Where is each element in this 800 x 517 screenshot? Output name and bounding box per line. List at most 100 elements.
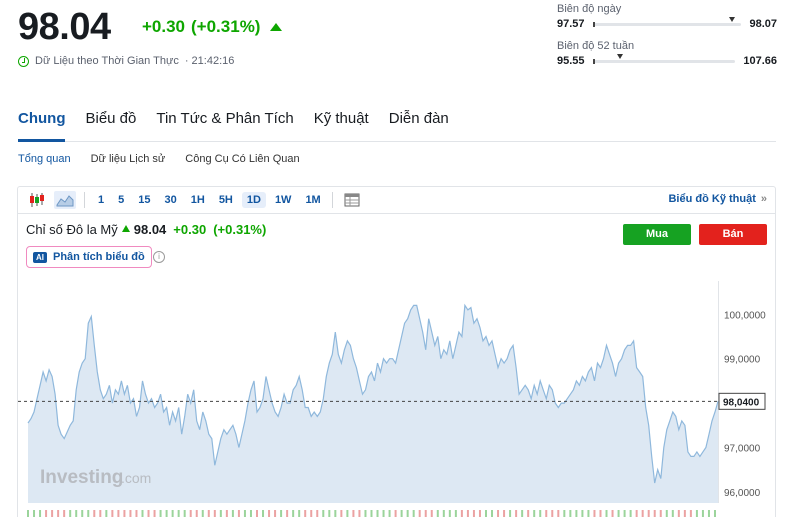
volume-bar	[611, 510, 614, 517]
investing-watermark: Investing	[40, 467, 123, 488]
volume-bar	[497, 510, 500, 517]
interval-1h[interactable]: 1H	[186, 192, 210, 208]
interval-1d[interactable]: 1D	[241, 192, 266, 208]
volume-bar	[201, 510, 204, 517]
tab-chung[interactable]: Chung	[18, 108, 66, 142]
range-marker-icon	[728, 16, 735, 22]
volume-bar	[243, 510, 246, 517]
ai-chart-analysis-button[interactable]: AI Phân tích biểu đồ	[26, 246, 152, 268]
area-chart-icon[interactable]	[54, 191, 76, 209]
day-range-high: 98.07	[749, 18, 777, 30]
volume-bar	[647, 510, 650, 517]
volume-bar	[231, 510, 234, 517]
change-percent: (+0.31%)	[191, 17, 261, 36]
volume-bar	[503, 510, 506, 517]
tab-tin-tuc[interactable]: Tin Tức & Phân Tích	[156, 108, 293, 142]
buy-button[interactable]: Mua	[623, 224, 691, 245]
tech-chart-link[interactable]: Biểu đồ Kỹ thuật »	[668, 193, 767, 205]
volume-bar	[707, 510, 710, 517]
interval-1m[interactable]: 1M	[300, 192, 325, 208]
volume-bar	[665, 510, 668, 517]
volume-bar	[382, 510, 385, 517]
volume-bar	[394, 510, 397, 517]
volume-bar	[51, 510, 54, 517]
volume-bar	[147, 510, 150, 517]
subtab-cong-cu[interactable]: Công Cụ Có Liên Quan	[185, 153, 299, 165]
interval-1w[interactable]: 1W	[270, 192, 297, 208]
tab-dien-dan[interactable]: Diễn đàn	[389, 108, 449, 142]
chart-toolbar: 1 5 15 30 1H 5H 1D 1W 1M Biểu đồ Kỹ thuậ…	[18, 187, 775, 214]
toolbar-separator	[84, 192, 85, 208]
chart-change: +0.30	[173, 222, 207, 237]
volume-bar	[219, 510, 222, 517]
volume-bar	[527, 510, 530, 517]
table-view-icon[interactable]	[341, 191, 363, 209]
volume-bar	[551, 510, 554, 517]
volume-bar	[581, 510, 584, 517]
volume-bar	[99, 510, 102, 517]
day-range: Biên độ ngày 97.57 98.07	[557, 3, 777, 30]
volume-bar	[400, 510, 403, 517]
volume-bar	[617, 510, 620, 517]
volume-bar	[701, 510, 704, 517]
volume-bar	[340, 510, 343, 517]
volume-bar	[189, 510, 192, 517]
volume-bar	[388, 510, 391, 517]
interval-30[interactable]: 30	[160, 192, 182, 208]
volume-bar	[135, 510, 138, 517]
tab-bieu-do[interactable]: Biểu đồ	[85, 108, 136, 142]
volume-bar	[177, 510, 180, 517]
volume-bar	[111, 510, 114, 517]
subtab-tong-quan[interactable]: Tổng quan	[18, 153, 71, 165]
volume-bar	[466, 510, 469, 517]
volume-bar	[334, 510, 337, 517]
chart-price: 98.04	[133, 222, 167, 237]
volume-bar	[448, 510, 451, 517]
volume-bar	[322, 510, 325, 517]
volume-bar	[249, 510, 252, 517]
volume-bar	[117, 510, 120, 517]
volume-bar	[81, 510, 84, 517]
volume-bar	[298, 510, 301, 517]
volume-bar	[93, 510, 96, 517]
y-tick-label: 99,0000	[724, 355, 761, 366]
volume-bar	[677, 510, 680, 517]
volume-bar	[533, 510, 536, 517]
week52-range-low: 95.55	[557, 55, 585, 67]
week52-range: Biên độ 52 tuần 95.55 107.66	[557, 40, 777, 67]
sell-button[interactable]: Bán	[699, 224, 767, 245]
volume-bar	[195, 510, 198, 517]
volume-bar	[599, 510, 602, 517]
volume-bar	[713, 510, 716, 517]
candlestick-icon[interactable]	[26, 191, 48, 209]
volume-bar	[69, 510, 72, 517]
interval-5[interactable]: 5	[113, 192, 129, 208]
volume-bar	[557, 510, 560, 517]
interval-5h[interactable]: 5H	[214, 192, 238, 208]
interval-15[interactable]: 15	[133, 192, 155, 208]
price-change: +0.30 (+0.31%)	[142, 17, 283, 37]
volume-bar	[509, 510, 512, 517]
chart-change-pct: (+0.31%)	[213, 222, 267, 237]
week52-range-high: 107.66	[743, 55, 777, 67]
price-chart[interactable]: 100,000099,000098,000097,000096,000098,0…	[18, 281, 775, 517]
volume-bar	[629, 510, 632, 517]
volume-bar	[310, 510, 313, 517]
toolbar-separator	[331, 192, 333, 208]
subtab-du-lieu-lich-su[interactable]: Dữ liệu Lịch sử	[91, 153, 166, 165]
volume-bar	[491, 510, 494, 517]
info-icon[interactable]: i	[153, 251, 165, 263]
interval-1[interactable]: 1	[93, 192, 109, 208]
tab-ky-thuat[interactable]: Kỹ thuật	[314, 108, 369, 142]
double-chevron-icon: »	[760, 193, 767, 205]
day-range-bar	[592, 16, 742, 27]
volume-bar	[105, 510, 108, 517]
day-range-label: Biên độ ngày	[557, 3, 622, 15]
volume-bar	[153, 510, 156, 517]
volume-bar	[376, 510, 379, 517]
current-value-label: 98,0400	[723, 397, 760, 408]
volume-bar	[39, 510, 42, 517]
investing-watermark-suffix: .com	[121, 470, 151, 486]
volume-bar	[27, 510, 29, 517]
volume-bar	[641, 510, 644, 517]
